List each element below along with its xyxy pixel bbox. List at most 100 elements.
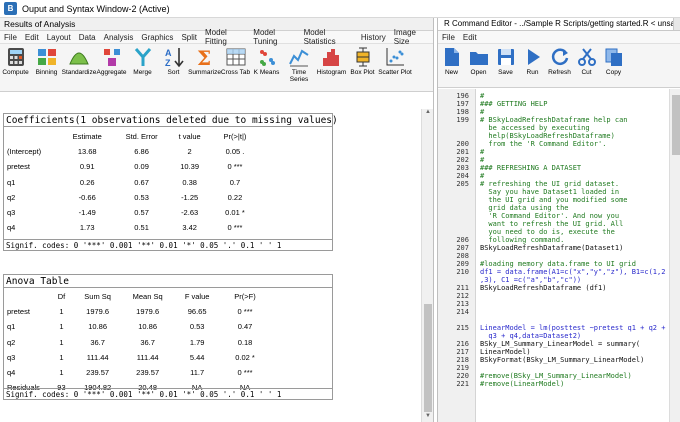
tab-editor-title: R Command Editor - ../Sample R Scripts/g… bbox=[444, 19, 673, 28]
save-button[interactable]: Save bbox=[492, 46, 519, 76]
table-cell: 0.47 bbox=[237, 322, 253, 332]
table-row: q1 0.26 0.67 0.38 0.7 bbox=[4, 175, 259, 190]
code-line: help(BSkyLoadRefreshDataframe) bbox=[480, 132, 615, 140]
cut-button[interactable]: Cut bbox=[573, 46, 600, 76]
toolbar-label: Merge bbox=[133, 69, 152, 76]
table-cell: 0.38 bbox=[182, 177, 197, 187]
output-menu-layout[interactable]: Layout bbox=[43, 33, 75, 42]
output-scrollbar[interactable]: ▲ ▼ bbox=[421, 109, 433, 422]
toolbar-label: K Means bbox=[253, 69, 280, 76]
timeseries-icon bbox=[289, 49, 309, 67]
refresh-icon bbox=[551, 48, 568, 65]
table-cell: 13.68 bbox=[77, 147, 97, 157]
code-line: # refreshing the UI grid dataset. bbox=[480, 180, 620, 188]
editor-menu-edit[interactable]: Edit bbox=[459, 33, 481, 42]
table-cell: 0.51 bbox=[134, 223, 149, 233]
row-label: q1 bbox=[7, 177, 16, 187]
table-cell: 5.44 bbox=[189, 352, 205, 362]
table-cell: 0.53 bbox=[189, 322, 205, 332]
table-cell: 36.7 bbox=[90, 337, 105, 347]
summarize-button[interactable]: Σ Summarize bbox=[188, 46, 221, 76]
scroll-up-icon[interactable]: ▲ bbox=[422, 109, 434, 118]
toolbar-label: Binning bbox=[35, 69, 58, 76]
code-line: grid data using the bbox=[480, 204, 569, 212]
table-cell: -1.49 bbox=[78, 208, 96, 218]
code-editor[interactable]: 196 197 198 199 200 201 202 203 204 205 206 207 208 2… bbox=[438, 89, 669, 422]
scatter-plot-button[interactable]: Scatter Plot bbox=[378, 46, 412, 76]
table-cell: 1 bbox=[59, 368, 64, 378]
table-cell: 11.7 bbox=[190, 368, 205, 378]
open-button[interactable]: Open bbox=[465, 46, 492, 76]
merge-button[interactable]: Merge bbox=[127, 46, 158, 76]
time-series-button[interactable]: Time Series bbox=[282, 46, 316, 83]
output-menu-analysis[interactable]: Analysis bbox=[100, 33, 138, 42]
editor-menu-file[interactable]: File bbox=[438, 33, 459, 42]
line-number-gutter: 196 197 198 199 200 201 202 203 204 205 206 207 208 2… bbox=[438, 89, 476, 422]
svg-text:A: A bbox=[165, 48, 172, 58]
output-toolbar: Compute Binning Standardize Aggregate Merge A… bbox=[0, 44, 433, 92]
binning-button[interactable]: Binning bbox=[31, 46, 62, 76]
editor-tab-strip: R Command Editor - ../Sample R Scripts/g… bbox=[438, 18, 680, 31]
aggregate-button[interactable]: Aggregate bbox=[96, 46, 127, 76]
table-cell: 0 *** bbox=[227, 162, 243, 172]
output-menu-data[interactable]: Data bbox=[75, 33, 100, 42]
standardize-button[interactable]: Standardize bbox=[62, 46, 96, 76]
code-text-area[interactable]: # ### GETTING HELP # # BSkyLoadRefreshDataf… bbox=[480, 89, 669, 422]
row-label: q2 bbox=[7, 192, 16, 202]
output-menu-edit[interactable]: Edit bbox=[21, 33, 43, 42]
copy-button[interactable]: Copy bbox=[600, 46, 627, 76]
sort-button[interactable]: A Z Sort bbox=[158, 46, 189, 76]
editor-scroll-thumb[interactable] bbox=[672, 95, 680, 155]
scroll-down-icon[interactable]: ▼ bbox=[422, 413, 434, 422]
box-plot-button[interactable]: Box Plot bbox=[347, 46, 378, 76]
toolbar-label: Scatter Plot bbox=[378, 69, 412, 76]
column-header: Sum Sq bbox=[84, 292, 111, 302]
coefficients-table: Coefficients(1 observations deleted due … bbox=[3, 113, 338, 251]
table-cell: 0.01 * bbox=[225, 208, 245, 218]
table-cell: 1979.6 bbox=[86, 307, 110, 317]
output-menu-history[interactable]: History bbox=[357, 33, 390, 42]
output-scroll-thumb[interactable] bbox=[424, 304, 432, 412]
output-menu-model-statistics[interactable]: Model Statistics bbox=[300, 28, 357, 46]
toolbar-label: Cut bbox=[581, 69, 592, 76]
table-cell: 0.22 bbox=[227, 192, 243, 202]
toolbar-label: Standardize bbox=[61, 69, 97, 76]
output-menu-model-fitting[interactable]: Model Fitting bbox=[201, 28, 249, 46]
table-cell: 3.42 bbox=[182, 223, 197, 233]
cross-tab-button[interactable]: Cross Tab bbox=[220, 46, 251, 76]
output-menu-file[interactable]: File bbox=[0, 33, 21, 42]
k-means-button[interactable]: K Means bbox=[251, 46, 282, 76]
toolbar-label: New bbox=[444, 69, 458, 76]
output-menu-graphics[interactable]: Graphics bbox=[137, 33, 177, 42]
code-line: ### GETTING HELP bbox=[480, 100, 548, 108]
table-cell: 239.57 bbox=[86, 368, 110, 378]
compute-button[interactable]: Compute bbox=[0, 46, 31, 76]
table-cell: 2 bbox=[187, 147, 192, 157]
output-menu-image-size[interactable]: Image Size bbox=[390, 28, 433, 46]
table-cell: -0.66 bbox=[78, 192, 96, 202]
output-menu-split[interactable]: Split bbox=[177, 33, 201, 42]
kmeans-icon bbox=[259, 50, 275, 66]
table-cell: 0 *** bbox=[237, 307, 253, 317]
line-number: 206 bbox=[456, 236, 469, 244]
table-cell: 10.86 bbox=[88, 322, 108, 332]
column-header: Estimate bbox=[72, 132, 102, 142]
new-button[interactable]: New bbox=[438, 46, 465, 76]
run-button[interactable]: Run bbox=[519, 46, 546, 76]
row-label: q4 bbox=[7, 368, 16, 378]
toolbar-label: Time Series bbox=[289, 69, 309, 83]
table-cell: 0 *** bbox=[237, 368, 253, 378]
table-header-row: Estimate Std. Error t value Pr(>|t|) bbox=[4, 129, 259, 144]
line-number: 198 bbox=[456, 108, 469, 116]
toolbar-label: Summarize bbox=[188, 69, 221, 76]
line-number: 207 bbox=[456, 244, 469, 252]
histogram-button[interactable]: Histogram bbox=[316, 46, 347, 76]
code-line: # bbox=[480, 108, 485, 116]
code-line: q3 + q4,data=Dataset2) bbox=[480, 332, 582, 340]
output-menu-model-tuning[interactable]: Model Tuning bbox=[249, 28, 299, 46]
editor-scrollbar[interactable] bbox=[669, 89, 680, 422]
refresh-button[interactable]: Refresh bbox=[546, 46, 573, 76]
line-number: 211 bbox=[456, 284, 469, 292]
line-number: 218 bbox=[456, 356, 469, 364]
tab-editor-script[interactable]: R Command Editor - ../Sample R Scripts/g… bbox=[438, 18, 674, 30]
